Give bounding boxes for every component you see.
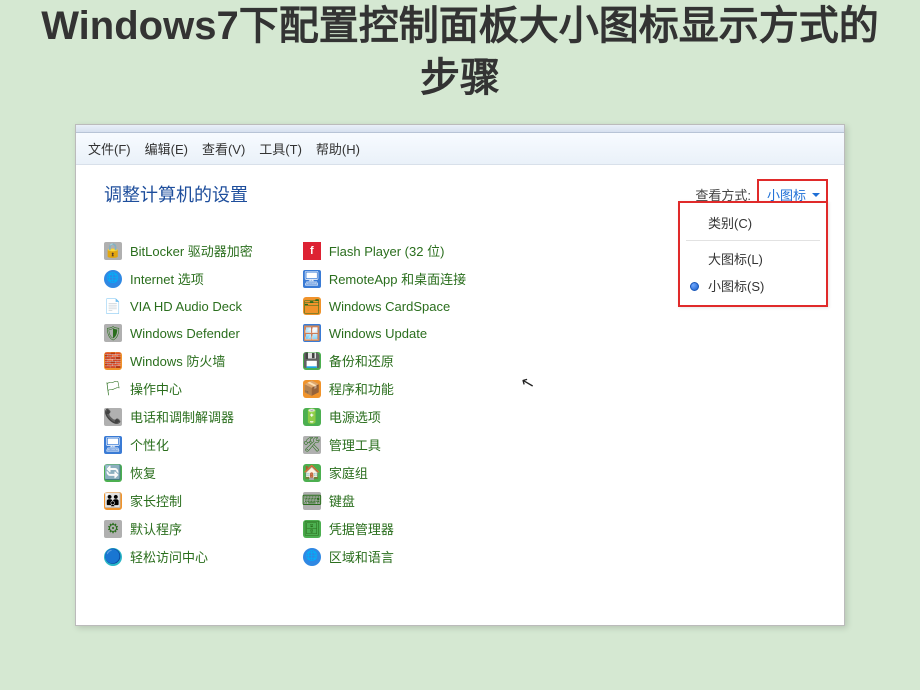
- item-label: 家庭组: [329, 463, 368, 482]
- item-icon: 🛠: [303, 436, 321, 454]
- item-label: 区域和语言: [329, 547, 394, 566]
- item-icon: 🪟: [303, 324, 321, 342]
- control-panel-item[interactable]: f Flash Player (32 位): [303, 241, 466, 260]
- control-panel-item[interactable]: 🔒 BitLocker 驱动器加密: [104, 241, 253, 260]
- item-label: 个性化: [130, 435, 169, 454]
- item-icon: 🔒: [104, 242, 122, 260]
- item-icon: 🔵: [104, 548, 122, 566]
- control-panel-item[interactable]: 🛡 Windows Defender: [104, 324, 253, 342]
- control-panel-item[interactable]: ⚙ 默认程序: [104, 519, 253, 538]
- item-icon: 🔄: [104, 464, 122, 482]
- item-icon: 🏠: [303, 464, 321, 482]
- item-label: 程序和功能: [329, 379, 394, 398]
- item-icon: 🗂: [303, 297, 321, 315]
- menu-help[interactable]: 帮助(H): [316, 139, 360, 158]
- item-label: 备份和还原: [329, 351, 394, 370]
- item-label: RemoteApp 和桌面连接: [329, 269, 466, 288]
- control-panel-item[interactable]: 📞 电话和调制解调器: [104, 407, 253, 426]
- content-area: 调整计算机的设置 查看方式: 小图标 类别(C) 大图标(L) 小图标(S) 🔒…: [76, 165, 844, 625]
- item-icon: 📄: [104, 297, 122, 315]
- control-panel-item[interactable]: 💾 备份和还原: [303, 351, 466, 370]
- item-label: Internet 选项: [130, 269, 204, 288]
- item-icon: 🏳: [104, 380, 122, 398]
- item-label: Windows Update: [329, 326, 427, 341]
- item-label: 默认程序: [130, 519, 182, 538]
- control-panel-item[interactable]: 🔵 轻松访问中心: [104, 547, 253, 566]
- item-icon: 🌐: [104, 270, 122, 288]
- menu-item-small-icons[interactable]: 小图标(S): [680, 272, 826, 299]
- window-chrome-strip: [76, 125, 844, 133]
- item-icon: 📞: [104, 408, 122, 426]
- control-panel-item[interactable]: 🛠 管理工具: [303, 435, 466, 454]
- control-panel-item[interactable]: 🪟 Windows Update: [303, 324, 466, 342]
- menu-file[interactable]: 文件(F): [88, 139, 131, 158]
- item-label: Windows 防火墙: [130, 351, 225, 370]
- window: 文件(F) 编辑(E) 查看(V) 工具(T) 帮助(H) 调整计算机的设置 查…: [75, 124, 845, 626]
- item-icon: ⚙: [104, 520, 122, 538]
- item-label: VIA HD Audio Deck: [130, 299, 242, 314]
- control-panel-item[interactable]: 🏳 操作中心: [104, 379, 253, 398]
- menu-view[interactable]: 查看(V): [202, 139, 245, 158]
- item-label: 电源选项: [329, 407, 381, 426]
- item-icon: ⌨: [303, 492, 321, 510]
- view-mode-menu: 类别(C) 大图标(L) 小图标(S): [678, 201, 828, 307]
- control-panel-item[interactable]: 🖥 RemoteApp 和桌面连接: [303, 269, 466, 288]
- item-icon: 🔋: [303, 408, 321, 426]
- item-icon: 🌐: [303, 548, 321, 566]
- item-icon: f: [303, 242, 321, 260]
- menu-edit[interactable]: 编辑(E): [145, 139, 188, 158]
- item-label: 操作中心: [130, 379, 182, 398]
- item-icon: 🖥: [303, 270, 321, 288]
- item-icon: 🧱: [104, 352, 122, 370]
- control-panel-item[interactable]: 🧱 Windows 防火墙: [104, 351, 253, 370]
- control-panel-item[interactable]: 🗂 Windows CardSpace: [303, 297, 466, 315]
- menu-item-category[interactable]: 类别(C): [680, 209, 826, 236]
- control-panel-item[interactable]: 🏠 家庭组: [303, 463, 466, 482]
- item-label: 恢复: [130, 463, 156, 482]
- page-title: Windows7下配置控制面板大小图标显示方式的步骤: [0, 0, 920, 124]
- item-icon: 👪: [104, 492, 122, 510]
- item-label: 管理工具: [329, 435, 381, 454]
- item-label: 家长控制: [130, 491, 182, 510]
- item-label: Flash Player (32 位): [329, 241, 445, 260]
- control-panel-item[interactable]: 🌐 区域和语言: [303, 547, 466, 566]
- control-panel-item[interactable]: 📄 VIA HD Audio Deck: [104, 297, 253, 315]
- item-icon: 💾: [303, 352, 321, 370]
- items-column-1: 🔒 BitLocker 驱动器加密 🌐 Internet 选项 📄 VIA HD Audi…: [104, 241, 253, 566]
- menu-tools[interactable]: 工具(T): [259, 139, 302, 158]
- item-label: Windows Defender: [130, 326, 240, 341]
- items-column-2: f Flash Player (32 位) 🖥 RemoteApp 和桌面连接 🗂 Win…: [303, 241, 466, 566]
- control-panel-item[interactable]: 🗄 凭据管理器: [303, 519, 466, 538]
- control-panel-item[interactable]: 👪 家长控制: [104, 491, 253, 510]
- item-icon: 🗄: [303, 520, 321, 538]
- control-panel-item[interactable]: 🌐 Internet 选项: [104, 269, 253, 288]
- item-label: BitLocker 驱动器加密: [130, 241, 253, 260]
- menu-separator: [686, 240, 820, 241]
- item-label: 凭据管理器: [329, 519, 394, 538]
- menu-item-large-icons[interactable]: 大图标(L): [680, 245, 826, 272]
- control-panel-item[interactable]: 🖥 个性化: [104, 435, 253, 454]
- item-icon: 🛡: [104, 324, 122, 342]
- item-label: 轻松访问中心: [130, 547, 208, 566]
- control-panel-item[interactable]: ⌨ 键盘: [303, 491, 466, 510]
- item-label: 键盘: [329, 491, 355, 510]
- item-label: 电话和调制解调器: [130, 407, 234, 426]
- control-panel-item[interactable]: 📦 程序和功能: [303, 379, 466, 398]
- menubar: 文件(F) 编辑(E) 查看(V) 工具(T) 帮助(H): [76, 133, 844, 165]
- item-icon: 📦: [303, 380, 321, 398]
- control-panel-item[interactable]: 🔄 恢复: [104, 463, 253, 482]
- item-icon: 🖥: [104, 436, 122, 454]
- control-panel-item[interactable]: 🔋 电源选项: [303, 407, 466, 426]
- item-label: Windows CardSpace: [329, 299, 450, 314]
